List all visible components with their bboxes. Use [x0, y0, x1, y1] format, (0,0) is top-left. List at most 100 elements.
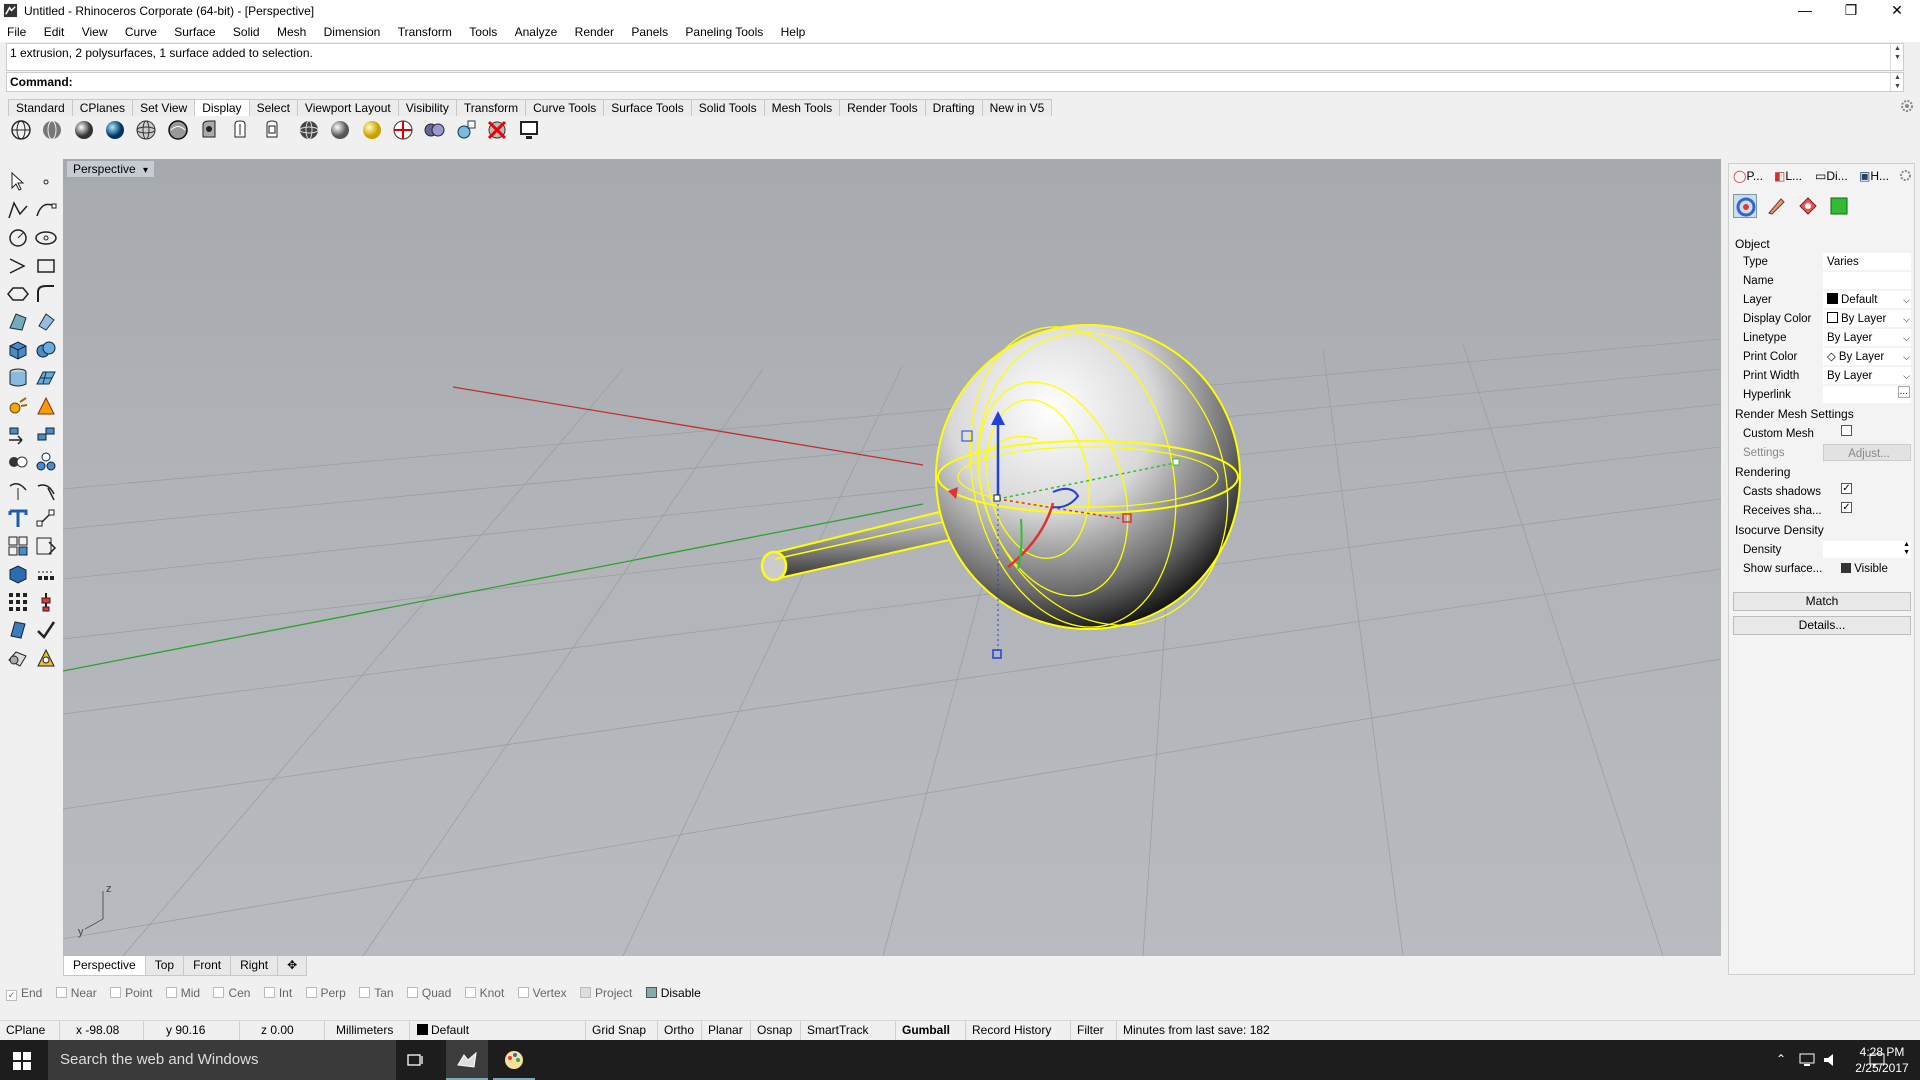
surface-corner-icon[interactable] — [6, 310, 30, 334]
draft-angle-icon[interactable] — [484, 117, 510, 143]
match-button[interactable]: Match — [1733, 592, 1911, 611]
panel-tab-layers[interactable]: ◧L... — [1774, 167, 1802, 185]
join-icon[interactable] — [6, 450, 30, 474]
osnap-near[interactable]: Near — [55, 986, 97, 1000]
linetype-dropdown-icon[interactable]: ⌵ — [1903, 329, 1910, 347]
tab-display[interactable]: Display — [194, 99, 250, 116]
menu-mesh[interactable]: Mesh — [270, 22, 313, 42]
density-stepper[interactable]: ▲ ▼ — [1823, 541, 1911, 558]
filter-toggle[interactable]: Filter — [1071, 1021, 1117, 1040]
panel-tab-help[interactable]: ▣H... — [1859, 167, 1889, 185]
menu-dimension[interactable]: Dimension — [317, 22, 388, 42]
viewport-title[interactable]: Perspective ▾ — [67, 161, 155, 177]
print-width-dropdown-icon[interactable]: ⌵ — [1903, 367, 1910, 385]
ellipse-icon[interactable] — [34, 226, 58, 250]
close-button[interactable]: ✕ — [1874, 0, 1920, 22]
layer-tool-icon[interactable] — [6, 618, 30, 642]
taskbar-search-box[interactable]: Search the web and Windows — [48, 1040, 396, 1080]
osnap-disable-checkbox[interactable] — [645, 987, 657, 998]
osnap-near-checkbox[interactable] — [55, 987, 67, 998]
osnap-project-checkbox[interactable] — [580, 987, 592, 998]
split-icon[interactable] — [34, 478, 58, 502]
explode-icon[interactable] — [34, 450, 58, 474]
panel-tab-display[interactable]: ▭Di... — [1815, 167, 1848, 185]
menu-tools[interactable]: Tools — [462, 22, 504, 42]
point-icon[interactable] — [34, 170, 58, 194]
osnap-knot[interactable]: Knot — [464, 986, 504, 1000]
osnap-project[interactable]: Project — [580, 986, 632, 1000]
menu-help[interactable]: Help — [774, 22, 813, 42]
layer-dropdown-icon[interactable]: ⌵ — [1903, 291, 1910, 309]
osnap-end[interactable]: ✓ End — [6, 986, 42, 1001]
tab-cplanes[interactable]: CPlanes — [71, 99, 134, 116]
polygon-icon[interactable] — [6, 282, 30, 306]
osnap-cen[interactable]: Cen — [213, 986, 250, 1000]
volume-icon[interactable] — [1822, 1052, 1840, 1068]
panel-settings-gear-icon[interactable] — [1899, 169, 1912, 182]
panel-tab-properties[interactable]: ◯P... — [1733, 167, 1763, 185]
drafting-tool-icon[interactable] — [34, 646, 58, 670]
show-surface-visible[interactable]: Visible — [1841, 560, 1888, 578]
command-line[interactable]: Command: ▲ ▼ — [6, 72, 1904, 92]
windows-start-icon[interactable] — [13, 1052, 31, 1070]
mesh-plane-icon[interactable] — [34, 366, 58, 390]
polyline-icon[interactable] — [6, 198, 30, 222]
tab-viewport-layout[interactable]: Viewport Layout — [296, 99, 399, 116]
osnap-vertex-checkbox[interactable] — [517, 987, 529, 998]
osnap-tan-checkbox[interactable] — [359, 987, 371, 998]
history-scrollbar[interactable]: ▲ ▼ — [1890, 44, 1904, 70]
osnap-knot-checkbox[interactable] — [464, 987, 476, 998]
menu-paneling-tools[interactable]: Paneling Tools — [678, 22, 770, 42]
wireframe-icon[interactable] — [8, 117, 34, 143]
tab-mesh-tools[interactable]: Mesh Tools — [763, 99, 841, 116]
grid-snap-toggle[interactable]: Grid Snap — [586, 1021, 658, 1040]
vtab-right[interactable]: Right — [230, 956, 279, 976]
zebra-icon[interactable] — [390, 117, 416, 143]
technical-icon[interactable] — [165, 117, 191, 143]
print-color-dropdown-icon[interactable]: ⌵ — [1903, 348, 1910, 366]
analyze-icon[interactable] — [34, 590, 58, 614]
units-status[interactable]: Millimeters — [330, 1021, 410, 1040]
cplane-status[interactable]: CPlane — [0, 1021, 60, 1040]
tab-visibility[interactable]: Visibility — [397, 99, 457, 116]
arc-icon[interactable] — [6, 254, 30, 278]
rendered-icon[interactable] — [71, 117, 97, 143]
tab-solid-tools[interactable]: Solid Tools — [690, 99, 765, 116]
osnap-point-checkbox[interactable] — [110, 987, 122, 998]
osnap-disable[interactable]: Disable — [645, 986, 701, 1000]
material-icon[interactable] — [1764, 194, 1788, 218]
osnap-end-checkbox[interactable]: ✓ — [6, 990, 17, 1001]
record-history-toggle[interactable]: Record History — [966, 1021, 1071, 1040]
rectangle-icon[interactable] — [34, 254, 58, 278]
taskbar-paint-app[interactable] — [493, 1040, 535, 1080]
display-color-dropdown-icon[interactable]: ⌵ — [1903, 310, 1910, 328]
osnap-point[interactable]: Point — [110, 986, 152, 1000]
xray-icon[interactable] — [133, 117, 159, 143]
box-icon[interactable] — [6, 338, 30, 362]
osnap-cen-checkbox[interactable] — [213, 987, 225, 998]
menu-surface[interactable]: Surface — [167, 22, 222, 42]
osnap-mid-checkbox[interactable] — [165, 987, 177, 998]
arctic-icon[interactable] — [259, 117, 285, 143]
prop-display-color-select[interactable]: By Layer ⌵ — [1823, 310, 1911, 327]
prop-name-input[interactable] — [1823, 272, 1911, 289]
env-map-icon[interactable] — [421, 117, 447, 143]
pen-icon[interactable] — [227, 117, 253, 143]
restore-button[interactable]: ❐ — [1828, 0, 1874, 22]
solid-edit-icon[interactable] — [6, 562, 30, 586]
menu-solid[interactable]: Solid — [226, 22, 267, 42]
array-grid-icon[interactable] — [6, 590, 30, 614]
tab-standard[interactable]: Standard — [8, 99, 73, 116]
taskbar-rhino-app[interactable] — [446, 1040, 488, 1080]
menu-curve[interactable]: Curve — [118, 22, 164, 42]
menu-analyze[interactable]: Analyze — [508, 22, 565, 42]
osnap-toggle[interactable]: Osnap — [751, 1021, 801, 1040]
custom-mesh-checkbox[interactable] — [1841, 425, 1852, 436]
check-icon[interactable] — [34, 618, 58, 642]
vtab-perspective[interactable]: Perspective — [63, 956, 146, 976]
prop-print-color-select[interactable]: ◇ By Layer ⌵ — [1823, 348, 1911, 365]
osnap-quad-checkbox[interactable] — [406, 987, 418, 998]
hyperlink-browse-button[interactable]: ... — [1897, 386, 1910, 398]
menu-edit[interactable]: Edit — [37, 22, 72, 42]
text-icon[interactable] — [6, 506, 30, 530]
